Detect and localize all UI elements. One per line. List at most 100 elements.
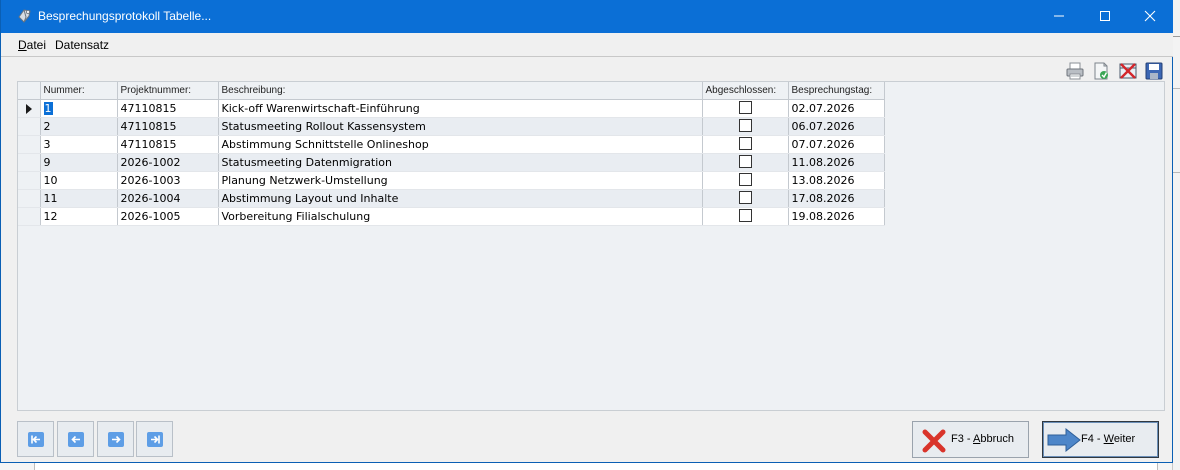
- column-header-abgeschlossen[interactable]: Abgeschlossen:: [702, 82, 789, 100]
- table-row[interactable]: 1 47110815 Kick-off Warenwirtschaft-Einf…: [18, 99, 885, 118]
- menu-datei[interactable]: Datei: [18, 38, 46, 52]
- abgeschlossen-checkbox[interactable]: [738, 137, 752, 150]
- cell-besprechungstag[interactable]: 07.07.2026: [788, 135, 885, 154]
- cell-abgeschlossen[interactable]: [702, 207, 789, 226]
- dialog-window: Besprechungsprotokoll Tabelle... Datei D…: [0, 0, 1173, 463]
- abgeschlossen-checkbox[interactable]: [738, 191, 752, 204]
- row-selector[interactable]: [18, 189, 41, 208]
- cell-beschreibung[interactable]: Abstimmung Layout und Inhalte: [218, 189, 703, 208]
- row-selector[interactable]: [18, 171, 41, 190]
- background-window: [1172, 0, 1180, 470]
- cell-abgeschlossen[interactable]: [702, 171, 789, 190]
- continue-button-label: F4 - Weiter: [1081, 433, 1136, 445]
- cell-nummer[interactable]: 12: [40, 207, 118, 226]
- column-header-besprechungstag[interactable]: Besprechungstag:: [788, 82, 885, 100]
- cell-nummer[interactable]: 11: [40, 189, 118, 208]
- background-window-bottom: [0, 462, 1172, 470]
- table-row[interactable]: 10 2026-1003 Planung Netzwerk-Umstellung…: [18, 171, 885, 190]
- row-selector[interactable]: [18, 135, 41, 154]
- column-header-projektnummer[interactable]: Projektnummer:: [117, 82, 219, 100]
- table-row[interactable]: 12 2026-1005 Vorbereitung Filialschulung…: [18, 207, 885, 226]
- header-row: Nummer: Projektnummer: Beschreibung: Abg…: [18, 82, 885, 100]
- cell-beschreibung[interactable]: Statusmeeting Datenmigration: [218, 153, 703, 172]
- app-icon: [18, 9, 31, 23]
- cell-besprechungstag[interactable]: 02.07.2026: [788, 99, 885, 118]
- cell-abgeschlossen[interactable]: [702, 153, 789, 172]
- cell-beschreibung[interactable]: Planung Netzwerk-Umstellung: [218, 171, 703, 190]
- row-selector[interactable]: [18, 153, 41, 172]
- row-selector[interactable]: [18, 99, 41, 118]
- abgeschlossen-checkbox[interactable]: [738, 119, 752, 132]
- cell-projektnummer[interactable]: 47110815: [117, 117, 219, 136]
- table-row[interactable]: 3 47110815 Abstimmung Schnittstelle Onli…: [18, 135, 885, 154]
- table-row[interactable]: 2 47110815 Statusmeeting Rollout Kassens…: [18, 117, 885, 136]
- cell-nummer[interactable]: 3: [40, 135, 118, 154]
- cell-beschreibung[interactable]: Vorbereitung Filialschulung: [218, 207, 703, 226]
- cancel-icon: [922, 429, 946, 453]
- row-selector-header: [18, 82, 41, 100]
- cell-beschreibung[interactable]: Kick-off Warenwirtschaft-Einführung: [218, 99, 703, 118]
- cell-beschreibung[interactable]: Statusmeeting Rollout Kassensystem: [218, 117, 703, 136]
- menu-separator: [1, 56, 1173, 57]
- cell-projektnummer[interactable]: 2026-1005: [117, 207, 219, 226]
- menu-bar: Datei Datensatz: [1, 33, 1173, 56]
- row-selector[interactable]: [18, 117, 41, 136]
- cell-projektnummer[interactable]: 2026-1002: [117, 153, 219, 172]
- last-record-button[interactable]: [136, 421, 173, 457]
- save-icon[interactable]: [1144, 61, 1164, 81]
- cell-besprechungstag[interactable]: 17.08.2026: [788, 189, 885, 208]
- previous-record-button[interactable]: [57, 421, 94, 457]
- cell-projektnummer[interactable]: 2026-1003: [117, 171, 219, 190]
- close-button[interactable]: [1127, 0, 1173, 33]
- cancel-button[interactable]: F3 - Abbruch: [912, 421, 1029, 458]
- table-row[interactable]: 9 2026-1002 Statusmeeting Datenmigration…: [18, 153, 885, 172]
- cell-beschreibung[interactable]: Abstimmung Schnittstelle Onlineshop: [218, 135, 703, 154]
- abgeschlossen-checkbox[interactable]: [738, 173, 752, 186]
- title-bar[interactable]: Besprechungsprotokoll Tabelle...: [1, 0, 1173, 33]
- cell-besprechungstag[interactable]: 11.08.2026: [788, 153, 885, 172]
- cell-nummer[interactable]: 1: [40, 99, 118, 118]
- menu-datensatz[interactable]: Datensatz: [55, 38, 109, 52]
- cell-projektnummer[interactable]: 47110815: [117, 135, 219, 154]
- new-record-icon[interactable]: [1091, 61, 1111, 81]
- cell-abgeschlossen[interactable]: [702, 135, 789, 154]
- close-icon: [1144, 10, 1156, 22]
- cell-abgeschlossen[interactable]: [702, 99, 789, 118]
- column-header-beschreibung[interactable]: Beschreibung:: [218, 82, 703, 100]
- cell-abgeschlossen[interactable]: [702, 189, 789, 208]
- continue-button[interactable]: F4 - Weiter: [1042, 421, 1159, 458]
- window-title: Besprechungsprotokoll Tabelle...: [38, 9, 212, 23]
- abgeschlossen-checkbox[interactable]: [738, 101, 752, 114]
- cell-abgeschlossen[interactable]: [702, 117, 789, 136]
- delete-record-icon[interactable]: [1118, 61, 1138, 81]
- cell-besprechungstag[interactable]: 13.08.2026: [788, 171, 885, 190]
- cell-nummer[interactable]: 9: [40, 153, 118, 172]
- print-icon[interactable]: [1065, 61, 1085, 81]
- abgeschlossen-checkbox[interactable]: [738, 209, 752, 222]
- cell-nummer[interactable]: 2: [40, 117, 118, 136]
- record-table: Nummer: Projektnummer: Beschreibung: Abg…: [18, 82, 885, 226]
- abgeschlossen-checkbox[interactable]: [738, 155, 752, 168]
- cancel-button-label: F3 - Abbruch: [951, 433, 1014, 445]
- maximize-button[interactable]: [1082, 0, 1128, 33]
- cell-besprechungstag[interactable]: 19.08.2026: [788, 207, 885, 226]
- maximize-icon: [1100, 11, 1110, 21]
- cell-nummer[interactable]: 10: [40, 171, 118, 190]
- cell-projektnummer[interactable]: 2026-1004: [117, 189, 219, 208]
- arrow-right-icon: [1047, 428, 1081, 452]
- table-row[interactable]: 11 2026-1004 Abstimmung Layout und Inhal…: [18, 189, 885, 208]
- cell-projektnummer[interactable]: 47110815: [117, 99, 219, 118]
- first-record-icon: [28, 432, 44, 447]
- data-grid[interactable]: Nummer: Projektnummer: Beschreibung: Abg…: [17, 81, 1165, 411]
- column-header-nummer[interactable]: Nummer:: [40, 82, 118, 100]
- next-record-icon: [108, 432, 124, 447]
- current-row-icon: [26, 103, 32, 114]
- minimize-icon: [1054, 15, 1064, 17]
- first-record-button[interactable]: [17, 421, 54, 457]
- row-selector[interactable]: [18, 207, 41, 226]
- minimize-button[interactable]: [1036, 0, 1082, 33]
- cell-besprechungstag[interactable]: 06.07.2026: [788, 117, 885, 136]
- previous-record-icon: [68, 432, 84, 447]
- next-record-button[interactable]: [97, 421, 134, 457]
- last-record-icon: [147, 432, 163, 447]
